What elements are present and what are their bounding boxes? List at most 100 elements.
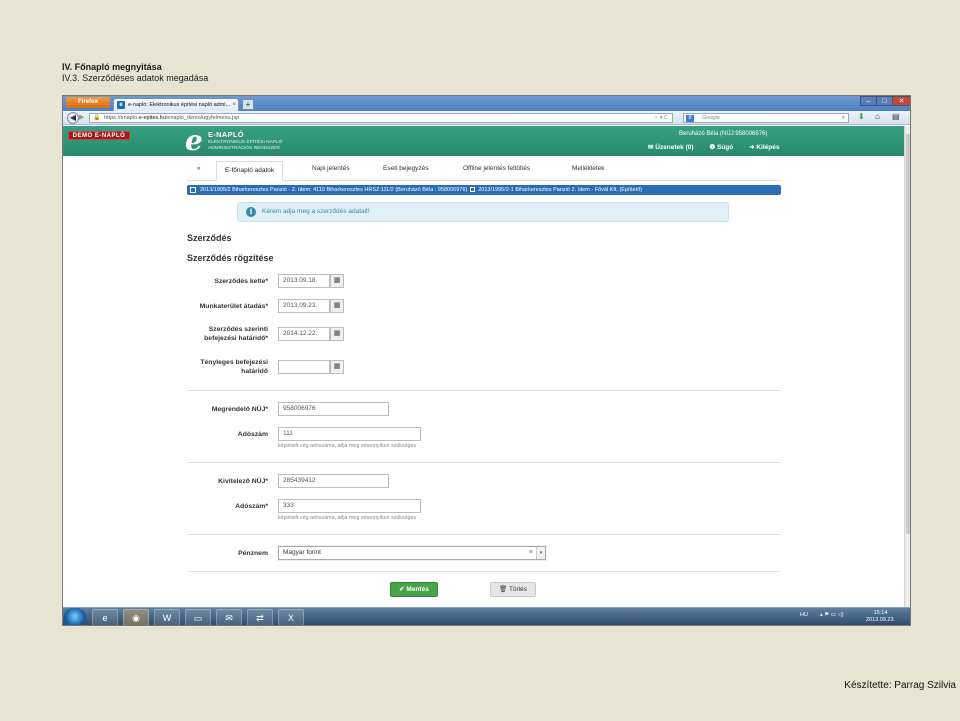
close-window-button[interactable]: ✕ xyxy=(892,96,910,106)
clock-date: 2013.09.23. xyxy=(866,617,896,623)
client-tax-label: Adószám xyxy=(237,431,268,438)
search-engine-label: Google xyxy=(702,115,720,121)
logout-link[interactable]: ➜ Kilépés xyxy=(749,144,779,151)
page-scrollbar[interactable] xyxy=(904,126,910,607)
project-checkbox-icon xyxy=(190,187,196,193)
user-info: Beruházó Béla (NÜJ:958006976) xyxy=(679,131,768,137)
delete-button[interactable]: 🗑 Törlés xyxy=(490,582,536,597)
section-title: Szerződés rögzítése xyxy=(187,253,274,263)
site-favicon-icon: e xyxy=(117,101,125,109)
actual-end-input[interactable] xyxy=(278,360,330,374)
save-button[interactable]: ✔ Mentés xyxy=(390,582,438,597)
tab-mellekletek[interactable]: Mellékletek xyxy=(572,165,605,172)
app-header: DEMO E-NAPLÓ e E-NAPLÓ ELEKTRONIKUS ÉPÍT… xyxy=(63,126,904,156)
tab-offline-jelentes[interactable]: Offline jelentés feltöltés xyxy=(463,165,530,172)
actual-end-label-line2: határidő xyxy=(241,368,268,375)
firefox-menu-button[interactable]: Firefox xyxy=(66,97,110,108)
start-button[interactable] xyxy=(64,608,86,625)
minimize-button[interactable]: – xyxy=(860,96,877,106)
url-path: /enaplo_demo/ugyfelmenu.jsp xyxy=(165,115,240,121)
maximize-button[interactable]: □ xyxy=(876,96,893,106)
contractor-nuj-label: Kivitelező NÜJ* xyxy=(218,478,268,485)
tab-back[interactable]: « xyxy=(197,165,201,172)
info-icon: i xyxy=(246,207,256,217)
outlook-taskbar-icon[interactable]: ✉ xyxy=(216,609,242,625)
url-domain: e-epites.hu xyxy=(138,115,166,121)
client-tax-input[interactable]: 111 xyxy=(278,427,421,441)
info-alert: i Kérem adja meg a szerződés adatait! xyxy=(237,202,729,222)
currency-select[interactable]: Magyar forint × ▾ xyxy=(278,546,546,560)
remote-desktop-taskbar-icon[interactable]: ⇄ xyxy=(247,609,273,625)
menu-icon[interactable]: ▤ xyxy=(892,111,900,123)
tray-icons[interactable]: ▴ ⚑ ▭ ◁) xyxy=(820,612,844,618)
currency-value: Magyar forint xyxy=(283,549,321,556)
demo-badge: DEMO E-NAPLÓ xyxy=(68,131,130,140)
taskbar-clock[interactable]: 15:14 2013.09.23. xyxy=(866,610,895,624)
ie-taskbar-icon[interactable]: e xyxy=(92,609,118,625)
logo-description: ELEKTRONIKUS ÉPÍTÉSI NAPLÓ ADMINISZTRÁCI… xyxy=(208,140,283,151)
divider xyxy=(187,534,781,535)
search-icon[interactable]: ⌕ xyxy=(842,114,845,123)
language-indicator[interactable]: HU xyxy=(800,612,808,618)
explorer-taskbar-icon[interactable]: ▭ xyxy=(185,609,211,625)
search-input[interactable]: 8 Google ⌕ xyxy=(683,113,849,123)
browser-tab[interactable]: e e-napló: Elektronikus építési napló ad… xyxy=(113,98,239,111)
download-icon[interactable]: ⬇ xyxy=(858,111,865,123)
calendar-icon[interactable]: ▦ xyxy=(330,327,344,341)
tab-eseti-bejegyzes[interactable]: Eseti bejegyzés xyxy=(383,165,429,172)
planned-end-label: Szerződés szerinti befejezési határidő* xyxy=(78,325,268,343)
main-tabs: « E-főnapló adatok Napi jelentés Eseti b… xyxy=(187,161,781,181)
tab-efonaplo-adatok[interactable]: E-főnapló adatok xyxy=(216,161,284,181)
contractor-tax-label: Adószám* xyxy=(235,503,268,510)
forward-arrow-icon[interactable]: ▶ xyxy=(79,113,87,123)
subproject-icon xyxy=(470,187,476,192)
actual-end-label-line1: Tényleges befejezési xyxy=(200,359,268,366)
project-breadcrumb[interactable]: 2013/1995/2 Biharkeresztes Panzió - 2. ü… xyxy=(187,185,781,195)
excel-taskbar-icon[interactable]: X xyxy=(278,609,304,625)
tab-close-icon[interactable]: × xyxy=(232,99,236,111)
client-tax-help: képviselt cég adószáma, adja meg amennyi… xyxy=(278,443,417,449)
clear-icon[interactable]: × xyxy=(529,547,533,559)
currency-label: Pénznem xyxy=(238,550,268,557)
calendar-icon[interactable]: ▦ xyxy=(330,274,344,288)
contractor-nuj-input[interactable]: 285439412 xyxy=(278,474,389,488)
divider xyxy=(187,571,781,572)
google-engine-icon[interactable]: 8 xyxy=(686,115,694,122)
planned-end-input[interactable]: 2014.12.22. xyxy=(278,327,330,341)
planned-end-label-line2: befejezési határidő* xyxy=(204,335,268,342)
slide-subtitle: IV.3. Szerződéses adatok megadása xyxy=(62,73,209,83)
clock-time: 15:14 xyxy=(873,610,888,616)
site-handover-input[interactable]: 2013.09.23. xyxy=(278,299,330,313)
lock-icon: 🔒 xyxy=(93,115,101,121)
screenshot-frame: Firefox e e-napló: Elektronikus építési … xyxy=(62,95,911,626)
tab-title: e-napló: Elektronikus építési napló admi… xyxy=(128,102,231,108)
calendar-icon[interactable]: ▦ xyxy=(330,299,344,313)
chevron-down-icon[interactable]: ▾ xyxy=(536,547,545,559)
messages-link[interactable]: ✉ Üzenetek (0) xyxy=(648,144,694,151)
logo-name: E-NAPLÓ xyxy=(208,130,244,139)
tab-napi-jelentes[interactable]: Napi jelentés xyxy=(312,165,350,172)
contract-date-input[interactable]: 2013.09.18. xyxy=(278,274,330,288)
help-link[interactable]: ❶ Súgó xyxy=(709,144,733,151)
home-icon[interactable]: ⌂ xyxy=(875,111,880,123)
header-links: ✉ Üzenetek (0) ❶ Súgó ➜ Kilépés xyxy=(648,143,793,151)
new-tab-button[interactable]: + xyxy=(242,99,254,110)
back-arrow-icon[interactable]: ◀ xyxy=(67,112,79,124)
slide-credits: Készítette: Parrag Szilvia xyxy=(844,680,956,691)
browser-tab-bar: Firefox e e-napló: Elektronikus építési … xyxy=(63,96,910,111)
breadcrumb-project[interactable]: 2013/1995/2 Biharkeresztes Panzió - 2. ü… xyxy=(200,187,467,193)
address-bar[interactable]: 🔒 https://enaplo.e-epites.hu/enaplo_demo… xyxy=(89,113,673,123)
enaplo-logo-icon[interactable]: e xyxy=(185,126,203,156)
divider xyxy=(187,462,781,463)
word-taskbar-icon[interactable]: W xyxy=(154,609,180,625)
bookmark-star-icon[interactable]: ☆ ▾ C xyxy=(653,114,668,123)
firefox-taskbar-icon[interactable]: ◉ xyxy=(123,609,149,625)
calendar-icon[interactable]: ▦ xyxy=(330,360,344,374)
breadcrumb-subproject[interactable]: 2013/1995/2-1 Biharkeresztes Panzió 2. ü… xyxy=(478,187,642,193)
site-handover-label: Munkaterület átadás* xyxy=(199,303,268,310)
contractor-tax-input[interactable]: 333 xyxy=(278,499,421,513)
slide-title: IV. Főnapló megnyitása xyxy=(62,62,162,72)
scrollbar-thumb[interactable] xyxy=(906,134,910,534)
client-nuj-input[interactable]: 958006976 xyxy=(278,402,389,416)
browser-nav-bar: ◀ ▶ 🔒 https://enaplo.e-epites.hu/enaplo_… xyxy=(63,111,910,125)
